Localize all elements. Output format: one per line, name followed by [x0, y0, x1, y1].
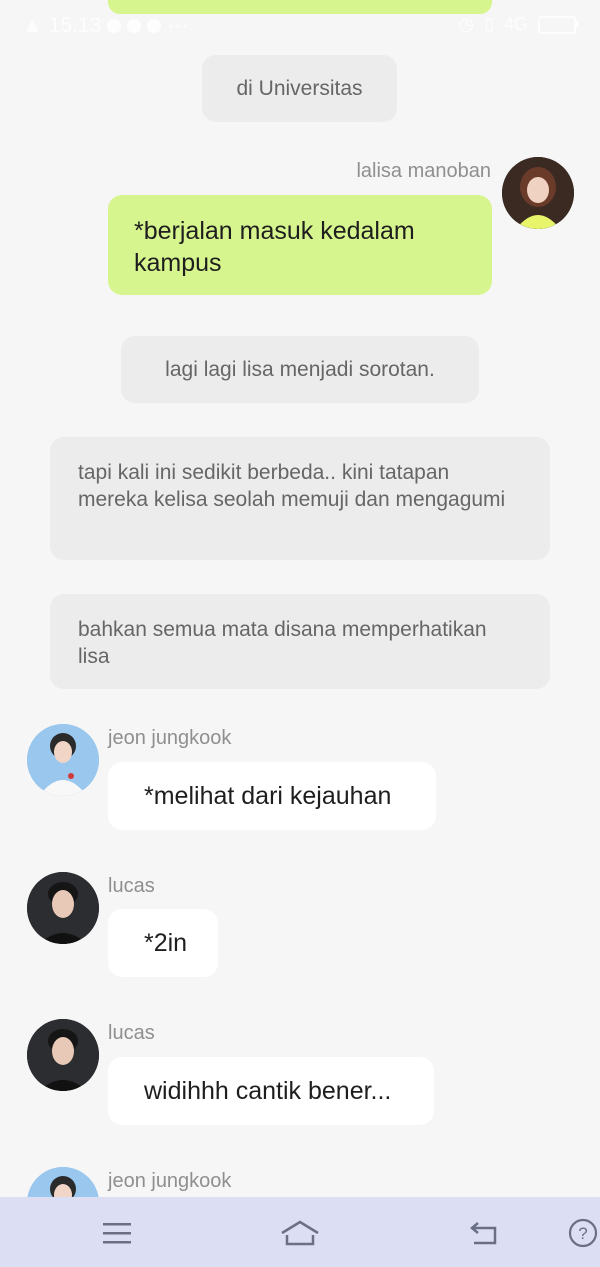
narration-text: di Universitas — [236, 77, 363, 100]
home-button[interactable] — [280, 1213, 320, 1253]
status-right: ◷ ▯ 4G — [458, 14, 579, 35]
narration-bubble: bahkan semua mata disana memperhatikan l… — [50, 594, 550, 689]
notification-icon — [147, 19, 162, 33]
hamburger-icon — [103, 1223, 131, 1244]
menu-button[interactable] — [97, 1213, 137, 1253]
home-icon — [281, 1220, 319, 1246]
avatar[interactable] — [27, 724, 99, 796]
narration-text: bahkan semua mata disana memperhatikan l… — [78, 618, 487, 668]
status-time: 15.13 — [48, 14, 102, 37]
notification-icon — [127, 19, 142, 33]
notification-icon — [107, 19, 122, 33]
back-icon — [470, 1222, 497, 1245]
outgoing-message-bubble[interactable]: *berjalan masuk kedalam kampus — [108, 195, 492, 295]
narration-text: tapi kali ini sedikit berbeda.. kini tat… — [78, 461, 506, 511]
message-text: *berjalan masuk kedalam kampus — [134, 217, 415, 277]
incoming-message-bubble[interactable]: *melihat dari kejauhan — [108, 762, 436, 830]
battery-icon — [538, 15, 579, 34]
narration-bubble: lagi lagi lisa menjadi sorotan. — [121, 336, 479, 403]
signal-icon: ▲ — [22, 14, 43, 37]
narration-bubble: di Universitas — [202, 55, 397, 122]
bottom-nav-bar: ? — [0, 1197, 600, 1267]
alarm-icon: ◷ — [458, 14, 475, 34]
narration-text: lagi lagi lisa menjadi sorotan. — [165, 358, 435, 381]
vibrate-icon: ▯ — [484, 14, 494, 34]
network-label: 4G — [503, 14, 528, 34]
sender-name: jeon jungkook — [108, 727, 232, 749]
help-button[interactable]: ? — [563, 1213, 600, 1253]
help-icon: ? — [568, 1218, 598, 1248]
sender-name: lucas — [108, 875, 155, 897]
narration-bubble: tapi kali ini sedikit berbeda.. kini tat… — [50, 437, 550, 560]
back-button[interactable] — [463, 1213, 503, 1253]
status-bar: ▲ 15.13 ··· ◷ ▯ 4G — [0, 0, 600, 52]
sender-name: lalisa manoban — [356, 160, 491, 182]
message-text: widihhh cantik bener... — [144, 1076, 392, 1105]
more-icon: ··· — [167, 14, 189, 37]
message-text: *melihat dari kejauhan — [144, 781, 392, 810]
incoming-message-bubble[interactable]: widihhh cantik bener... — [108, 1057, 434, 1125]
sender-name: jeon jungkook — [108, 1170, 232, 1192]
message-text: *2in — [144, 928, 188, 957]
status-left: ▲ 15.13 ··· — [22, 14, 188, 38]
avatar[interactable] — [27, 872, 99, 944]
sender-name: lucas — [108, 1022, 155, 1044]
incoming-message-bubble[interactable]: *2in — [108, 909, 218, 977]
previous-message-bubble — [108, 0, 492, 14]
avatar[interactable] — [27, 1019, 99, 1091]
avatar[interactable] — [502, 157, 574, 229]
svg-text:?: ? — [578, 1224, 587, 1243]
